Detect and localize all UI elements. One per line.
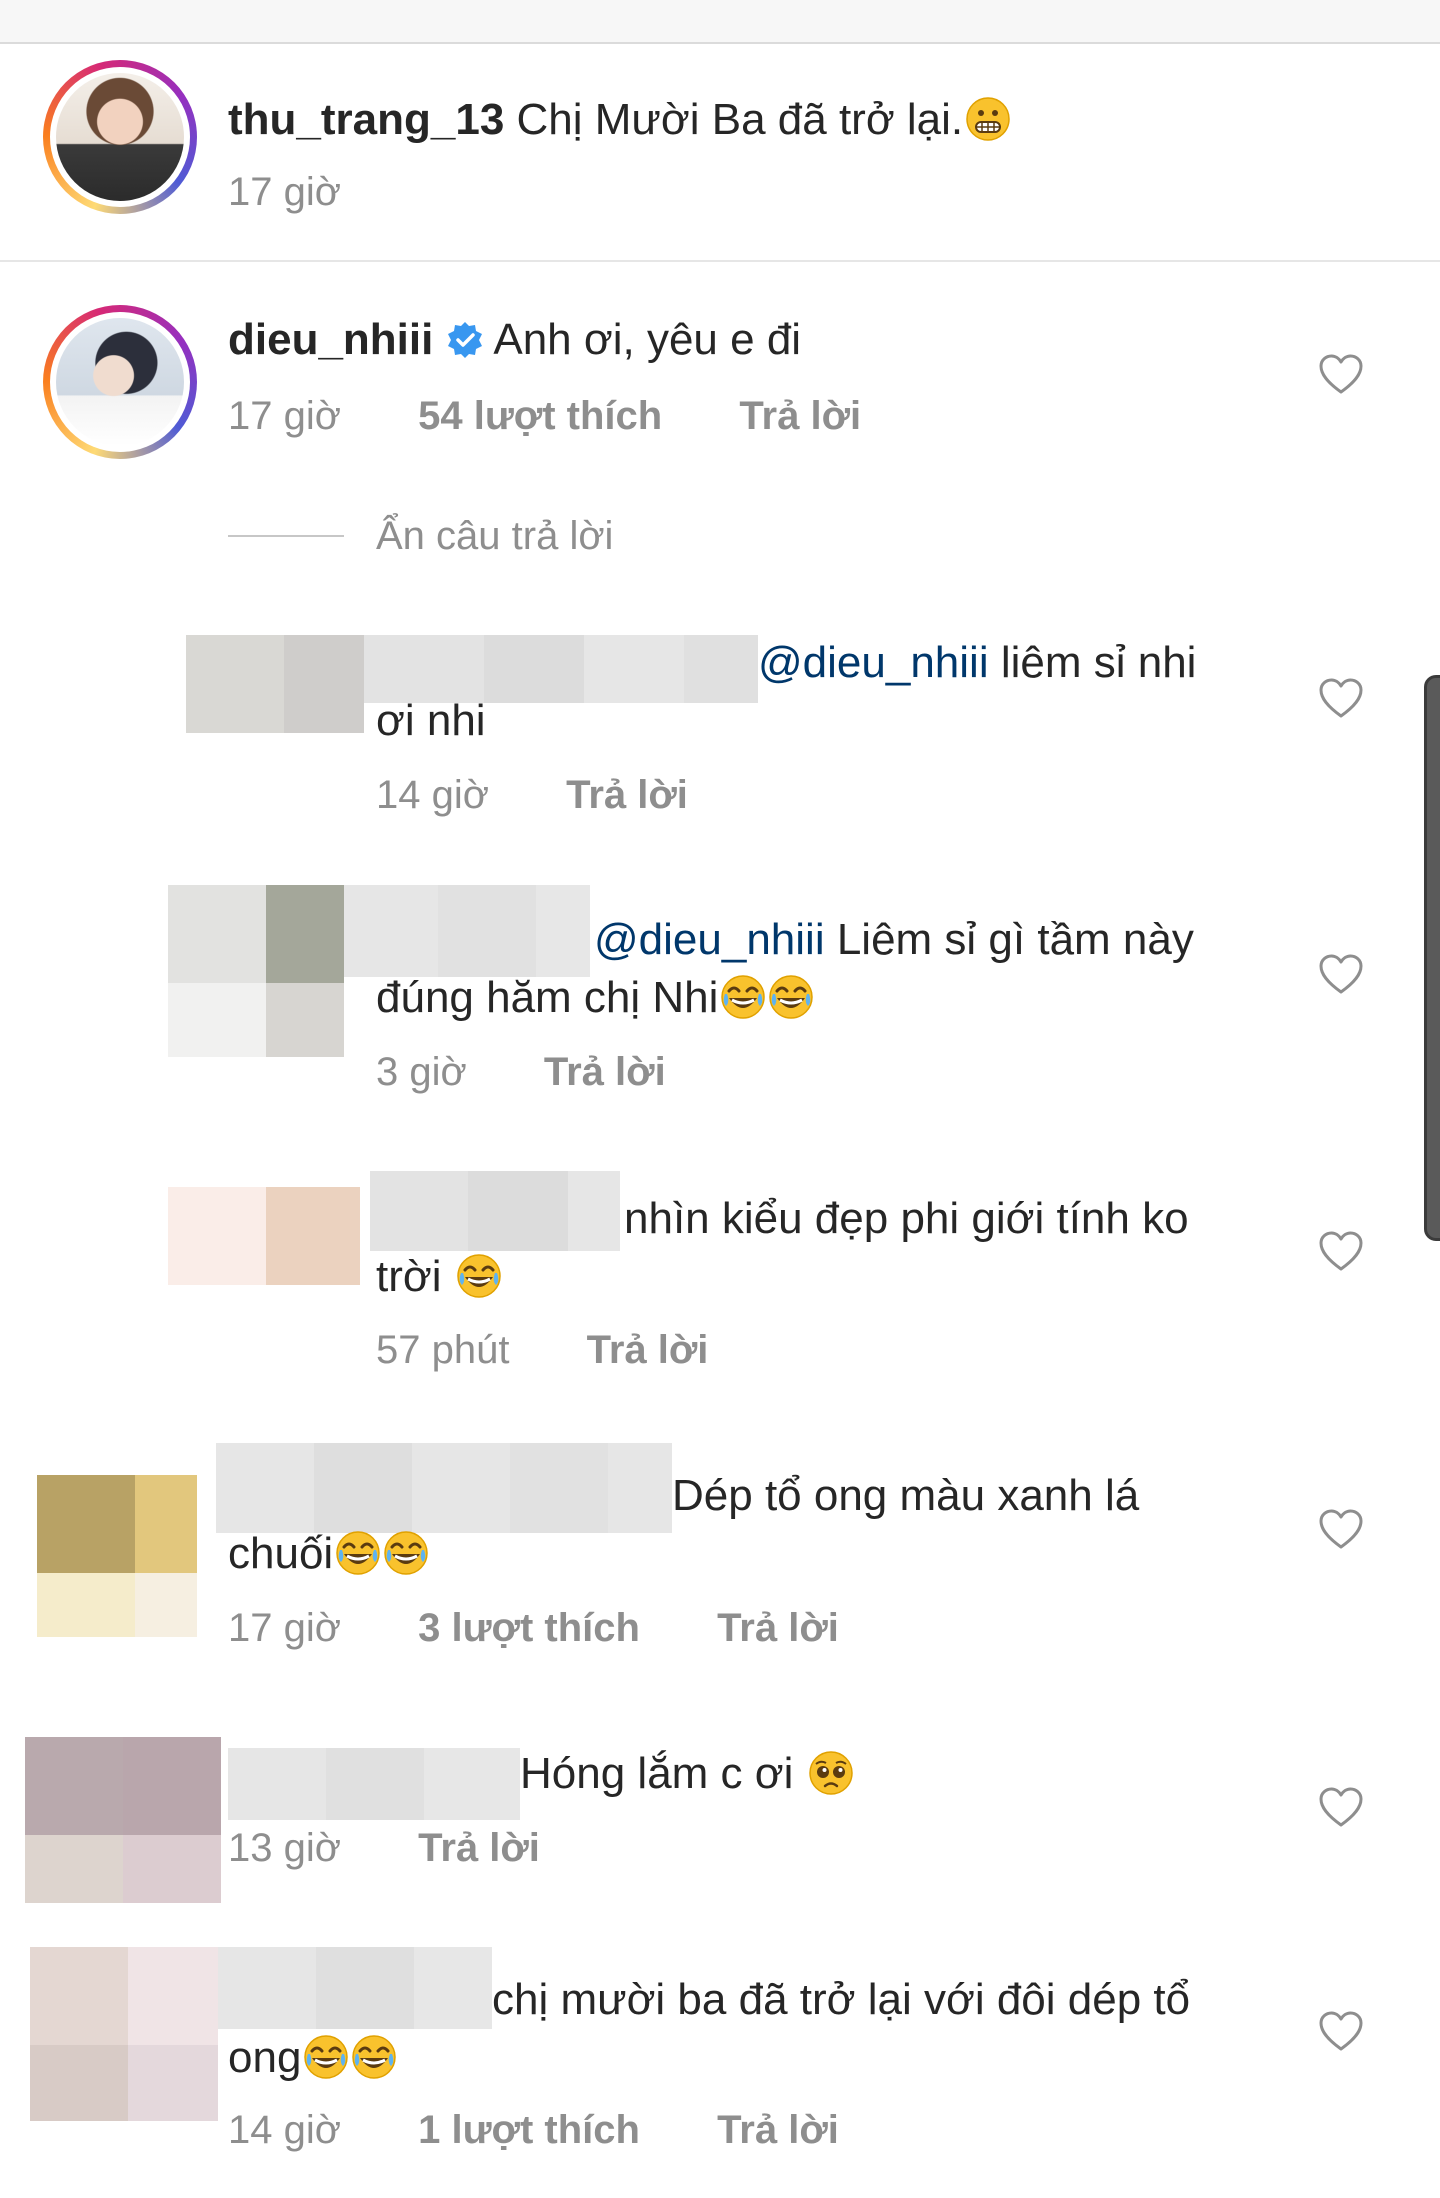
reply-text-line1: nhìn kiểu đẹp phi giới tính ko bbox=[624, 1194, 1189, 1243]
caption-section: thu_trang_13 Chị Mười Ba đã trở lại. 17 … bbox=[0, 44, 1440, 262]
comment-likes[interactable]: 1 lượt thích bbox=[418, 2108, 640, 2152]
reply-time: 57 phút bbox=[376, 1328, 510, 1372]
like-heart-icon[interactable] bbox=[1317, 1507, 1365, 1551]
reply-meta: 57 phút Trả lời bbox=[376, 1326, 708, 1374]
comment-text-line2: ong bbox=[228, 2030, 397, 2086]
comment-meta: 13 giờ Trả lời bbox=[228, 1824, 540, 1872]
comment-username[interactable]: dieu_nhiii bbox=[228, 315, 433, 364]
blurred-username bbox=[228, 1748, 520, 1820]
comment-body: ong bbox=[228, 2033, 302, 2082]
caption-body: Chị Mười Ba đã trở lại. bbox=[516, 95, 964, 144]
reply-button[interactable]: Trả lời bbox=[739, 394, 861, 438]
blurred-avatar bbox=[186, 635, 364, 733]
like-heart-icon[interactable] bbox=[1317, 952, 1365, 996]
tears-of-joy-icon bbox=[303, 2034, 349, 2080]
comment-likes[interactable]: 3 lượt thích bbox=[418, 1606, 640, 1650]
comment-likes[interactable]: 54 lượt thích bbox=[418, 394, 662, 438]
grimacing-face-icon bbox=[965, 96, 1011, 142]
blurred-avatar bbox=[168, 885, 344, 1057]
like-heart-icon[interactable] bbox=[1317, 352, 1365, 396]
blurred-username bbox=[370, 1171, 620, 1251]
blurred-avatar bbox=[30, 1947, 218, 2121]
verified-badge-icon bbox=[445, 320, 485, 360]
comment-meta: 14 giờ 1 lượt thích Trả lời bbox=[228, 2106, 839, 2154]
reply-text-line1: @dieu_nhiii Liêm sỉ gì tầm này bbox=[594, 912, 1194, 968]
scrollbar-thumb[interactable] bbox=[1424, 675, 1440, 1241]
reply-text-line2: trời bbox=[376, 1249, 502, 1305]
pleading-face-icon bbox=[808, 1750, 854, 1796]
reply-text-line1: @dieu_nhiii liêm sỉ nhi bbox=[758, 635, 1196, 691]
reply-button[interactable]: Trả lời bbox=[418, 1826, 540, 1870]
divider bbox=[228, 535, 344, 537]
comment-body: Hóng lắm c ơi bbox=[520, 1749, 794, 1798]
like-heart-icon[interactable] bbox=[1317, 676, 1365, 720]
avatar[interactable] bbox=[43, 305, 197, 459]
blurred-avatar bbox=[25, 1737, 221, 1903]
reply-meta: 3 giờ Trả lời bbox=[376, 1048, 666, 1096]
blurred-avatar bbox=[37, 1475, 197, 1637]
hide-replies-button[interactable]: Ẩn câu trả lời bbox=[376, 512, 613, 560]
comment-body: chuối bbox=[228, 1529, 334, 1578]
comment-text-line1: Dép tổ ong màu xanh lá bbox=[672, 1471, 1140, 1520]
like-heart-icon[interactable] bbox=[1317, 1785, 1365, 1829]
caption-text: thu_trang_13 Chị Mười Ba đã trở lại. bbox=[228, 92, 1011, 148]
reply-body: Liêm sỉ gì tầm này bbox=[836, 915, 1194, 964]
tears-of-joy-icon bbox=[720, 974, 766, 1020]
comment-text: dieu_nhiii Anh ơi, yêu e đi bbox=[228, 312, 801, 368]
comment-meta: 17 giờ 54 lượt thích Trả lời bbox=[228, 392, 861, 440]
reply-button[interactable]: Trả lời bbox=[717, 2108, 839, 2152]
tears-of-joy-icon bbox=[335, 1530, 381, 1576]
reply-button[interactable]: Trả lời bbox=[566, 773, 688, 817]
tears-of-joy-icon bbox=[351, 2034, 397, 2080]
mention-link[interactable]: @dieu_nhiii bbox=[594, 915, 825, 964]
comment-meta: 17 giờ 3 lượt thích Trả lời bbox=[228, 1604, 839, 1652]
blurred-username bbox=[216, 1443, 672, 1533]
blurred-avatar bbox=[168, 1187, 360, 1285]
caption-username[interactable]: thu_trang_13 bbox=[228, 95, 504, 144]
comment-time: 17 giờ bbox=[228, 394, 341, 438]
reply-time: 3 giờ bbox=[376, 1050, 467, 1094]
like-heart-icon[interactable] bbox=[1317, 2009, 1365, 2053]
reply-time: 14 giờ bbox=[376, 773, 489, 817]
mention-link[interactable]: @dieu_nhiii bbox=[758, 638, 989, 687]
tears-of-joy-icon bbox=[383, 1530, 429, 1576]
like-heart-icon[interactable] bbox=[1317, 1229, 1365, 1273]
comment-body: Anh ơi, yêu e đi bbox=[493, 315, 802, 364]
reply-text-line2: đúng hăm chị Nhi bbox=[376, 970, 814, 1026]
comment-text-line1: chị mười ba đã trở lại với đôi dép tổ bbox=[492, 1975, 1191, 2024]
tears-of-joy-icon bbox=[768, 974, 814, 1020]
avatar[interactable] bbox=[43, 60, 197, 214]
reply-text-line2: ơi nhi bbox=[376, 696, 486, 745]
reply-button[interactable]: Trả lời bbox=[587, 1328, 709, 1372]
comment-text-line2: chuối bbox=[228, 1526, 429, 1582]
blurred-username bbox=[344, 885, 590, 977]
comment-time: 17 giờ bbox=[228, 1606, 341, 1650]
blurred-username bbox=[218, 1947, 492, 2029]
reply-button[interactable]: Trả lời bbox=[717, 1606, 839, 1650]
tears-of-joy-icon bbox=[456, 1253, 502, 1299]
caption-time: 17 giờ bbox=[228, 170, 341, 214]
reply-body: đúng hăm chị Nhi bbox=[376, 973, 719, 1022]
comment-time: 13 giờ bbox=[228, 1826, 341, 1870]
comment-time: 14 giờ bbox=[228, 2108, 341, 2152]
top-bar bbox=[0, 0, 1440, 44]
reply-button[interactable]: Trả lời bbox=[544, 1050, 666, 1094]
comment-text-line1: Hóng lắm c ơi bbox=[520, 1746, 854, 1802]
reply-body: liêm sỉ nhi bbox=[1000, 638, 1197, 687]
reply-meta: 14 giờ Trả lời bbox=[376, 771, 688, 819]
reply-body: trời bbox=[376, 1252, 442, 1301]
